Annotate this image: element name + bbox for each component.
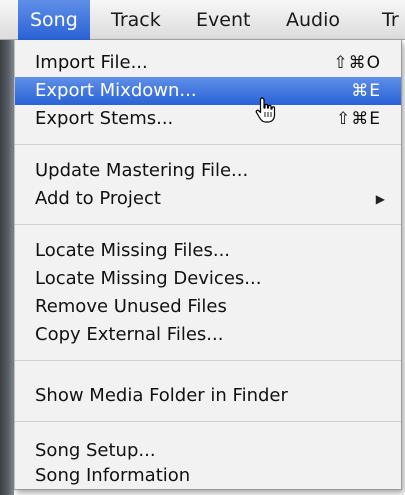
menu-item-label: Add to Project <box>35 188 161 209</box>
menu-transport[interactable]: Tr <box>370 0 399 40</box>
menu-track[interactable]: Track <box>99 0 173 40</box>
menu-audio[interactable]: Audio <box>274 0 352 40</box>
menu-separator <box>15 224 401 225</box>
menu-item-label: Update Mastering File... <box>35 160 249 181</box>
menu-item-shortcut: ⌘E <box>351 81 381 101</box>
menu-item-label: Song Information <box>35 465 191 486</box>
screen: Song Track Event Audio Tr Import File...… <box>0 0 405 495</box>
menu-item-song-information[interactable]: Song Information <box>15 462 401 490</box>
menu-item-export-mixdown[interactable]: Export Mixdown... ⌘E <box>15 77 401 105</box>
menu-item-import-file[interactable]: Import File... ⇧⌘O <box>15 49 401 77</box>
menu-item-label: Locate Missing Devices... <box>35 268 262 289</box>
menu-item-label: Show Media Folder in Finder <box>35 385 288 406</box>
menu-item-remove-unused-files[interactable]: Remove Unused Files <box>15 293 401 321</box>
song-menu-dropdown: Import File... ⇧⌘O Export Mixdown... ⌘E … <box>14 40 402 490</box>
background-window-edge <box>0 40 14 495</box>
menu-item-shortcut: ⇧⌘E <box>336 109 381 129</box>
menu-item-locate-missing-devices[interactable]: Locate Missing Devices... <box>15 265 401 293</box>
menu-item-label: Import File... <box>35 52 148 73</box>
menu-item-label: Locate Missing Files... <box>35 240 231 261</box>
menu-item-show-media-folder[interactable]: Show Media Folder in Finder <box>15 382 401 410</box>
menu-song[interactable]: Song <box>18 0 90 40</box>
menu-item-label: Export Mixdown... <box>35 80 197 101</box>
menu-item-shortcut: ⇧⌘O <box>333 53 381 73</box>
menu-item-add-to-project[interactable]: Add to Project ▶ <box>15 185 401 213</box>
triangle-right-icon: ▶ <box>375 192 385 206</box>
menu-event[interactable]: Event <box>184 0 262 40</box>
menu-item-label: Export Stems... <box>35 108 174 129</box>
hand-pointer-cursor-icon <box>255 97 276 123</box>
menu-separator <box>15 144 401 145</box>
menu-separator <box>15 421 401 422</box>
menu-item-label: Remove Unused Files <box>35 296 227 317</box>
menu-separator <box>15 360 401 361</box>
menu-bar: Song Track Event Audio Tr <box>0 0 405 40</box>
menu-item-label: Copy External Files... <box>35 324 224 345</box>
menu-item-label: Song Setup... <box>35 440 156 461</box>
menu-item-song-setup[interactable]: Song Setup... <box>15 437 401 465</box>
menu-item-export-stems[interactable]: Export Stems... ⇧⌘E <box>15 105 401 133</box>
menu-item-locate-missing-files[interactable]: Locate Missing Files... <box>15 237 401 265</box>
menu-item-copy-external-files[interactable]: Copy External Files... <box>15 321 401 349</box>
menu-item-update-mastering-file[interactable]: Update Mastering File... <box>15 157 401 185</box>
